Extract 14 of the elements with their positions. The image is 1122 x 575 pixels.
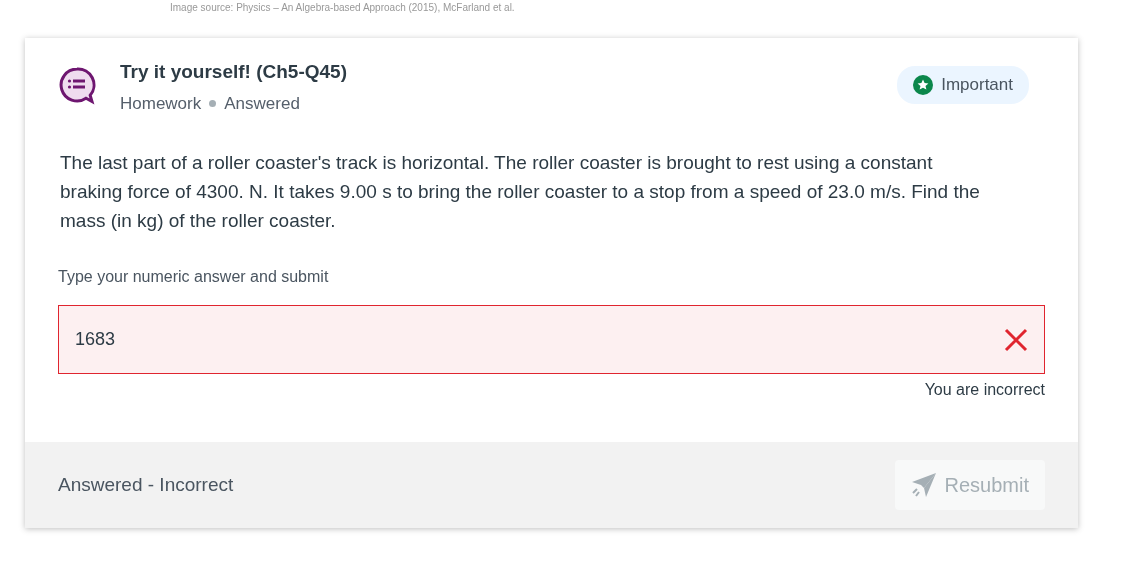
answer-label: Type your numeric answer and submit xyxy=(58,267,330,287)
question-status: Answered xyxy=(224,92,300,115)
separator-dot xyxy=(209,99,217,107)
question-type: Homework xyxy=(120,92,202,115)
cross-icon xyxy=(1004,328,1028,353)
chat-list-icon xyxy=(58,66,96,106)
question-title: Try it yourself! (Ch5-Q45) xyxy=(120,60,348,84)
answer-status: Answered - Incorrect xyxy=(58,472,234,497)
question-text: The last part of a roller coaster's track is horizontal. The roller coaster is brought to rest using a constant braking force of 4300. N. It takes 9.00 s to bring the roller coaster to a stop from a speed of 23.0 m/s. Find the mass (in kg) of the roller coaster. xyxy=(60,151,981,233)
important-tag: Important xyxy=(897,66,1029,104)
feedback-text: You are incorrect xyxy=(923,380,1045,400)
image-source-caption: Image source: Physics – An Algebra-based Approach (2015), McFarland et al. xyxy=(170,1,516,14)
answer-field[interactable]: 1683 xyxy=(58,305,1045,374)
send-icon xyxy=(910,472,937,498)
